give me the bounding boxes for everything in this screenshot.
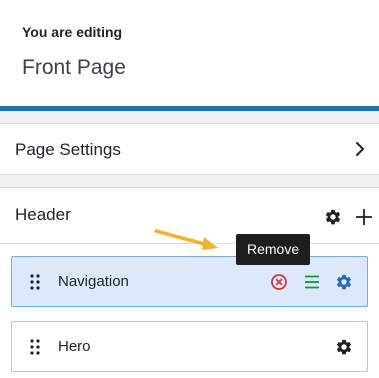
- block-label: Hero: [58, 338, 91, 355]
- page-settings-row[interactable]: Page Settings: [0, 123, 379, 175]
- gear-icon[interactable]: [335, 338, 353, 356]
- plus-icon[interactable]: [355, 208, 373, 226]
- gear-icon[interactable]: [324, 208, 342, 226]
- editing-panel: You are editing Front Page: [0, 0, 379, 106]
- remove-icon[interactable]: [270, 273, 288, 291]
- block-navigation[interactable]: Navigation: [11, 256, 368, 307]
- list-icon[interactable]: [303, 273, 321, 291]
- drag-handle-icon[interactable]: [29, 338, 41, 356]
- block-hero[interactable]: Hero: [11, 321, 368, 372]
- header-title: Header: [15, 205, 71, 224]
- remove-tooltip: Remove: [236, 234, 311, 265]
- drag-handle-icon[interactable]: [29, 273, 41, 291]
- accent-bar: [0, 106, 379, 111]
- header-section: Header Navigation Hero: [0, 187, 379, 378]
- annotation-arrow-icon: [154, 229, 218, 250]
- page-settings-label: Page Settings: [15, 140, 121, 159]
- gear-icon[interactable]: [335, 273, 353, 291]
- chevron-right-icon: [356, 142, 364, 156]
- editing-page-name: Front Page: [22, 56, 126, 79]
- editing-label: You are editing: [22, 24, 123, 40]
- block-label: Navigation: [58, 273, 129, 290]
